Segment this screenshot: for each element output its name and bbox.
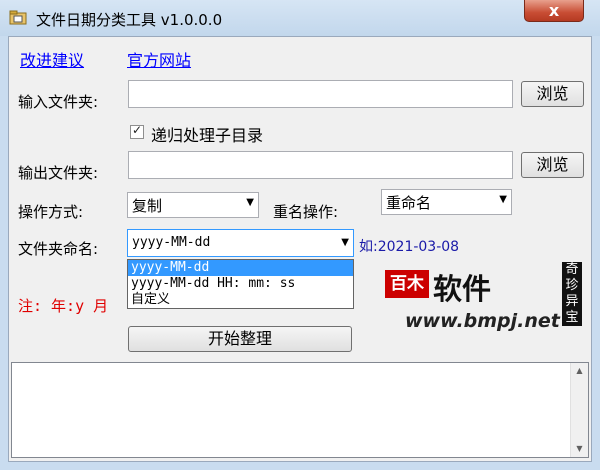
log-list[interactable]: ▲ ▼ [11,362,589,458]
window-title: 文件日期分类工具 v1.0.0.0 [36,11,223,29]
close-button[interactable]: x [524,0,584,22]
operation-select[interactable]: 复制 ▼ [127,192,259,218]
vertical-scrollbar[interactable]: ▲ ▼ [570,363,588,457]
chevron-down-icon: ▼ [246,197,254,208]
scroll-up-icon[interactable]: ▲ [572,363,587,378]
output-folder-field[interactable] [128,151,513,179]
recursive-checkbox[interactable] [130,123,144,139]
folder-naming-value: yyyy-MM-dd [132,235,211,250]
official-site-link[interactable]: 官方网站 [127,47,191,71]
input-folder-field[interactable] [128,80,513,108]
logo-url: www.bmpj.net [405,310,560,332]
input-folder-label: 输入文件夹: [18,93,99,111]
scroll-down-icon[interactable]: ▼ [572,441,587,456]
output-browse-button[interactable]: 浏览 [521,152,584,178]
note-text: 注: 年:y 月 [18,297,109,315]
main-panel: 改进建议 官方网站 输入文件夹: 浏览 递归处理子目录 输出文件夹: 浏览 操作… [8,36,592,462]
output-folder-label: 输出文件夹: [18,164,99,182]
input-browse-button[interactable]: 浏览 [521,81,584,107]
logo-tag: 奇珍异宝 [562,262,582,326]
logo-text: 软件 [433,272,492,306]
example-text: 如:2021-03-08 [359,239,460,255]
rename-label: 重名操作: [273,203,339,221]
suggest-link[interactable]: 改进建议 [20,47,84,71]
operation-label: 操作方式: [18,203,84,221]
dropdown-option[interactable]: yyyy-MM-dd HH: mm: ss [128,276,353,292]
dropdown-option[interactable]: 自定义 [128,292,353,308]
app-icon [9,10,27,25]
folder-naming-select[interactable]: yyyy-MM-dd ▼ [127,229,354,257]
folder-naming-dropdown[interactable]: yyyy-MM-dd yyyy-MM-dd HH: mm: ss 自定义 [127,259,354,309]
folder-naming-label: 文件夹命名: [18,240,99,258]
title-bar: 文件日期分类工具 v1.0.0.0 x [0,0,600,36]
recursive-label: 递归处理子目录 [151,126,264,145]
dropdown-option[interactable]: yyyy-MM-dd [128,260,353,276]
logo-mark: 百木 [385,270,429,298]
chevron-down-icon: ▼ [341,237,349,248]
operation-value: 复制 [132,197,163,215]
rename-value: 重命名 [386,194,432,212]
rename-select[interactable]: 重命名 ▼ [381,189,512,215]
start-button[interactable]: 开始整理 [128,326,352,352]
chevron-down-icon: ▼ [499,194,507,205]
logo: 百木 软件 奇珍异宝 www.bmpj.net [385,262,585,337]
close-icon: x [548,1,560,20]
